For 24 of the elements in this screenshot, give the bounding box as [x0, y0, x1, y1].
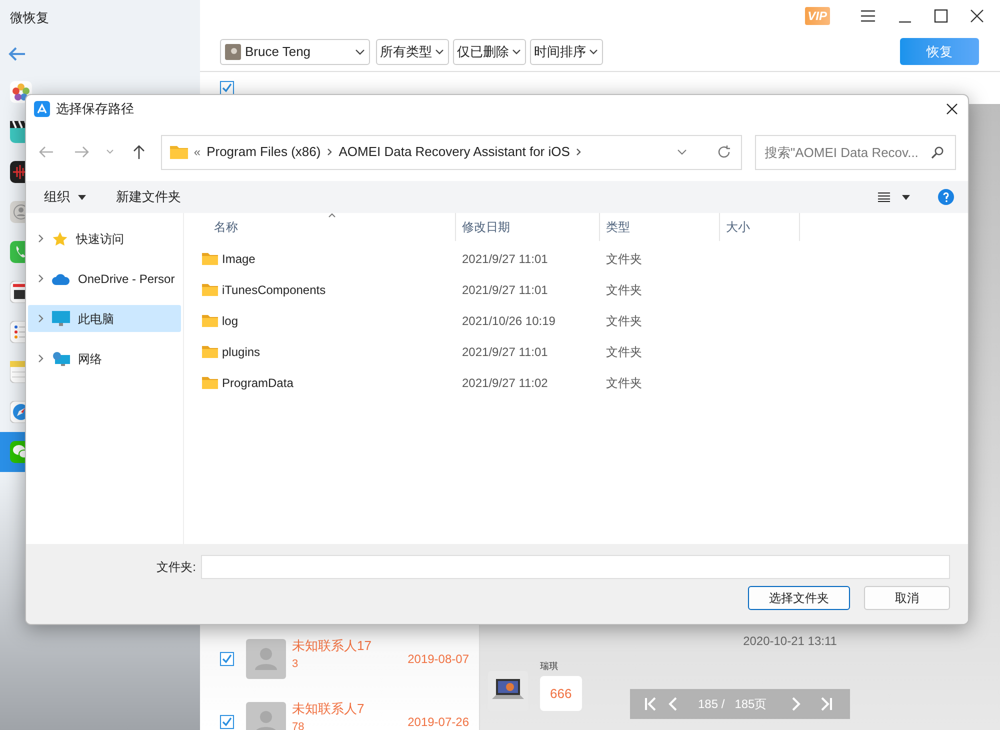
app-title: 微恢复 — [10, 9, 49, 28]
file-type: 文件夹 — [605, 344, 643, 360]
message-time: 2020-10-21 13:11 — [743, 633, 837, 650]
page-total: 185页 — [734, 696, 767, 713]
file-date: 2021/9/27 11:01 — [461, 344, 549, 360]
file-date: 2021/9/27 11:02 — [461, 374, 549, 392]
sender-name: 瑞琪 — [540, 660, 559, 673]
message-count: 3 — [292, 656, 300, 672]
contact-date: 2019-08-07 — [408, 650, 469, 668]
file-date: 2021/10/26 10:19 — [461, 312, 556, 330]
contact-name: 未知联系人17 — [292, 637, 372, 655]
file-date: 2021/9/27 11:01 — [461, 250, 549, 268]
message-bubble: 666 — [540, 676, 582, 711]
folder-label: 文件夹: — [156, 559, 197, 576]
contact-date: 2019-07-26 — [408, 714, 469, 730]
file-type: 文件夹 — [605, 282, 643, 298]
page-current: 185 / — [698, 696, 725, 713]
dialog-title: 选择保存路径 — [56, 100, 135, 118]
contact-name: 未知联系人7 — [292, 700, 366, 718]
file-type: 文件夹 — [605, 250, 643, 268]
message-count: 78 — [292, 720, 306, 730]
file-type: 文件夹 — [605, 312, 643, 330]
file-type: 文件夹 — [605, 374, 643, 392]
file-date: 2021/9/27 11:01 — [461, 282, 549, 298]
